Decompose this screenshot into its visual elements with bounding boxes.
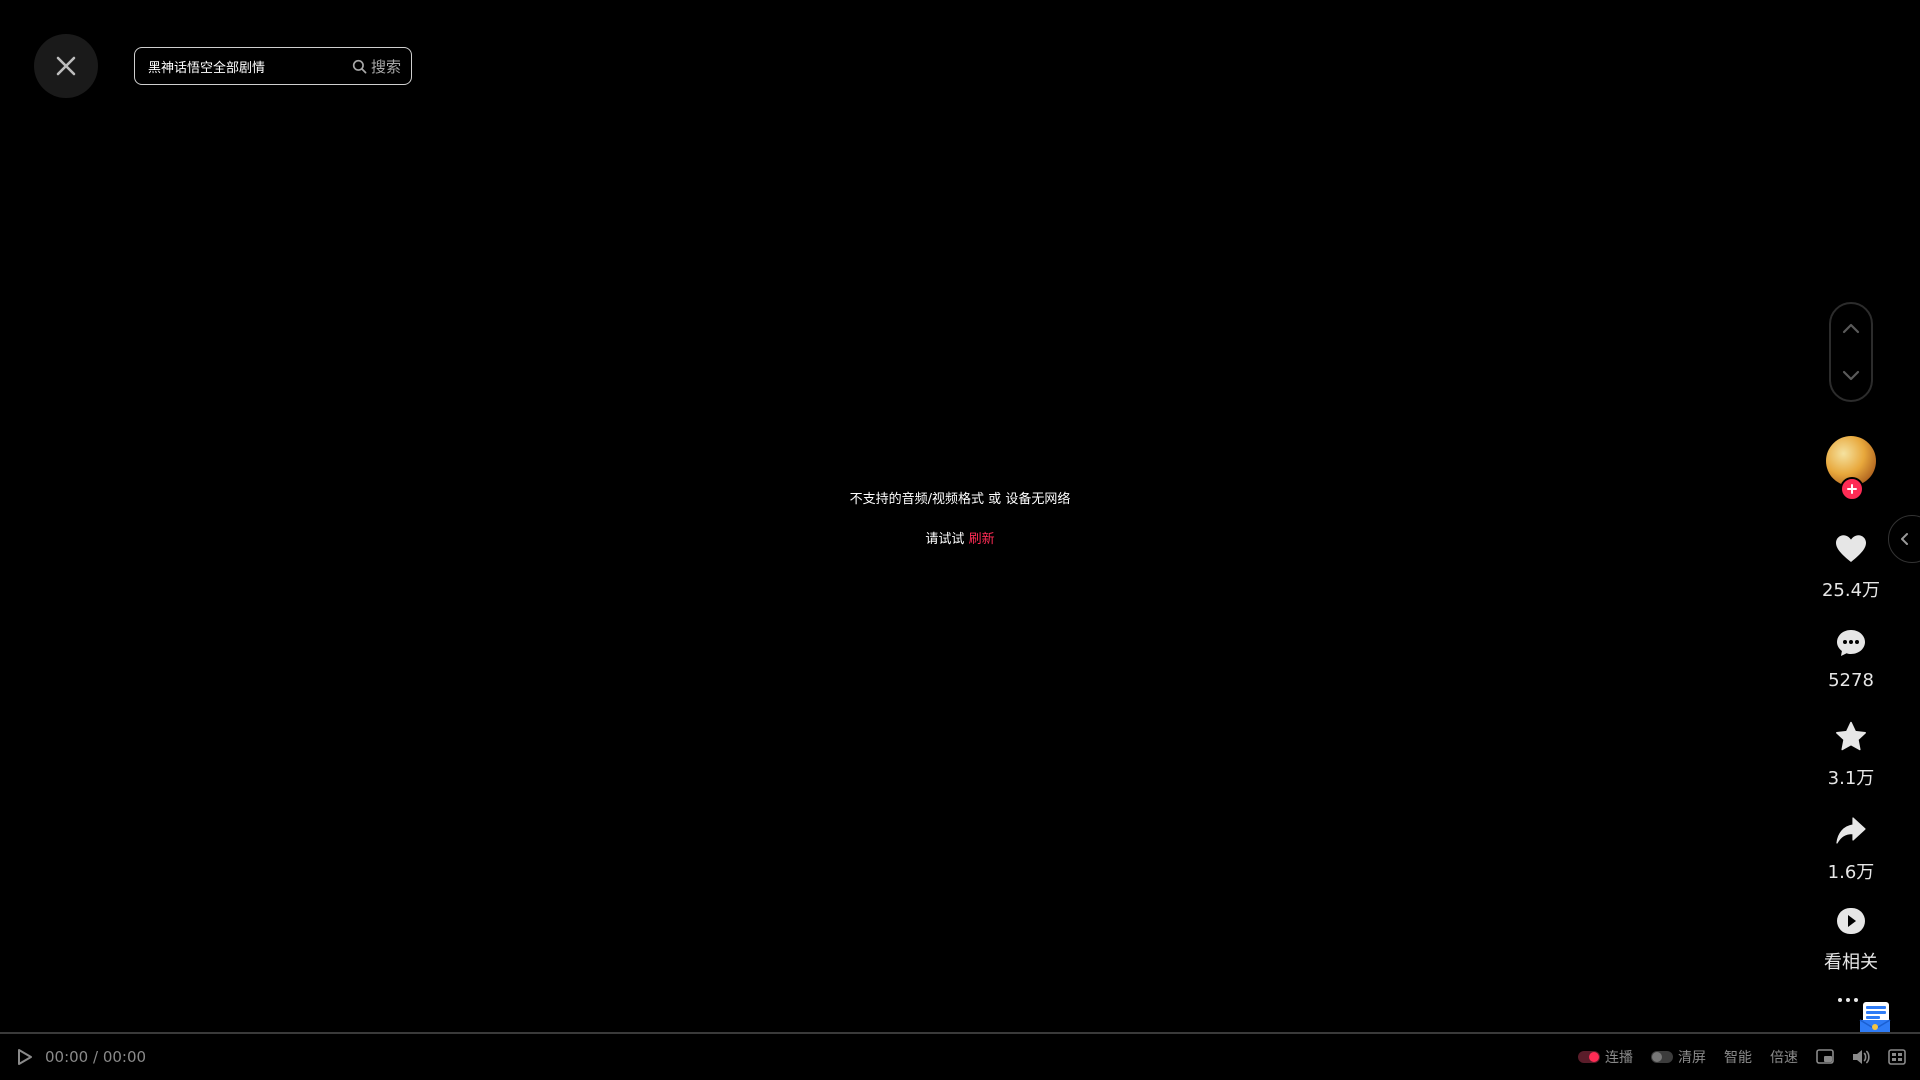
search-button-label: 搜索 bbox=[370, 57, 401, 76]
follow-button[interactable] bbox=[1840, 477, 1864, 501]
retry-line: 请试试 刷新 bbox=[0, 528, 1920, 547]
play-circle-icon bbox=[1837, 908, 1865, 934]
clear-screen-toggle[interactable]: 清屏 bbox=[1651, 1047, 1706, 1067]
error-message: 不支持的音频/视频格式 或 设备无网络 bbox=[849, 492, 1071, 507]
star-icon bbox=[1836, 721, 1866, 751]
survey-badge-icon[interactable] bbox=[1858, 1000, 1892, 1036]
search-box: 搜索 bbox=[134, 47, 412, 85]
close-icon bbox=[56, 56, 76, 76]
video-nav bbox=[1829, 302, 1873, 402]
search-icon bbox=[352, 59, 367, 73]
related-videos-button[interactable]: 看相关 bbox=[1801, 904, 1901, 974]
share-count: 1.6万 bbox=[1827, 862, 1875, 883]
playback-time: 00:00 / 00:00 bbox=[45, 1048, 147, 1066]
fullscreen-button[interactable] bbox=[1888, 1049, 1906, 1065]
smart-button[interactable]: 智能 bbox=[1724, 1047, 1752, 1067]
picture-in-picture-button[interactable] bbox=[1816, 1049, 1834, 1065]
refresh-link[interactable]: 刷新 bbox=[969, 532, 995, 547]
like-count: 25.4万 bbox=[1821, 580, 1881, 601]
picture-in-picture-icon bbox=[1816, 1049, 1834, 1064]
chevron-down-icon bbox=[1842, 370, 1860, 381]
player-controls: 00:00 / 00:00 连播 清屏 智能 倍速 bbox=[0, 1034, 1920, 1080]
autoplay-toggle[interactable]: 连播 bbox=[1578, 1047, 1633, 1067]
autoplay-switch[interactable] bbox=[1578, 1051, 1600, 1063]
comment-icon bbox=[1837, 630, 1865, 656]
comment-count: 5278 bbox=[1828, 670, 1874, 691]
retry-prefix: 请试试 bbox=[925, 532, 965, 547]
previous-video-button[interactable] bbox=[1836, 313, 1866, 343]
heart-icon bbox=[1836, 535, 1866, 562]
speed-label: 倍速 bbox=[1770, 1050, 1798, 1066]
comment-button[interactable]: 5278 bbox=[1801, 626, 1901, 691]
clear-screen-label: 清屏 bbox=[1678, 1050, 1706, 1066]
search-button[interactable]: 搜索 bbox=[352, 56, 411, 77]
plus-icon bbox=[1847, 484, 1857, 494]
play-button[interactable] bbox=[17, 1047, 37, 1067]
close-button[interactable] bbox=[34, 34, 98, 98]
favorite-count: 3.1万 bbox=[1827, 768, 1875, 789]
smart-label: 智能 bbox=[1724, 1050, 1752, 1066]
next-video-button[interactable] bbox=[1836, 361, 1866, 391]
favorite-button[interactable]: 3.1万 bbox=[1801, 720, 1901, 790]
volume-icon bbox=[1853, 1050, 1870, 1064]
share-icon bbox=[1836, 817, 1866, 844]
share-button[interactable]: 1.6万 bbox=[1801, 814, 1901, 884]
like-button[interactable]: 25.4万 bbox=[1801, 532, 1901, 602]
play-icon bbox=[18, 1049, 32, 1065]
speed-button[interactable]: 倍速 bbox=[1770, 1047, 1798, 1067]
fullscreen-icon bbox=[1888, 1049, 1906, 1065]
clear-screen-switch[interactable] bbox=[1651, 1051, 1673, 1063]
autoplay-label: 连播 bbox=[1605, 1050, 1633, 1066]
player-error: 不支持的音频/视频格式 或 设备无网络 请试试 刷新 bbox=[0, 488, 1920, 547]
volume-button[interactable] bbox=[1852, 1049, 1870, 1065]
search-input[interactable] bbox=[135, 57, 352, 75]
chevron-up-icon bbox=[1842, 323, 1860, 334]
player-controls-right: 连播 清屏 智能 倍速 bbox=[1578, 1034, 1906, 1080]
related-label: 看相关 bbox=[1824, 952, 1878, 973]
